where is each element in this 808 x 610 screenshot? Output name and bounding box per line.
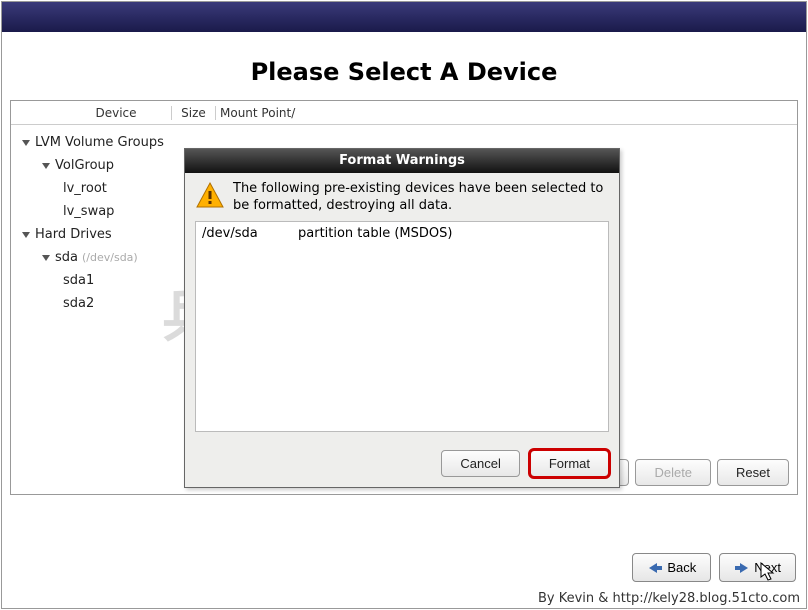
cancel-button[interactable]: Cancel (441, 450, 519, 477)
col-size[interactable]: Size (171, 106, 215, 120)
delete-button: Delete (635, 459, 711, 486)
window-top-bar (2, 2, 806, 32)
expand-icon[interactable] (41, 161, 55, 171)
footer-credit: By Kevin & http://kely28.blog.51cto.com (538, 591, 800, 606)
tree-label: LVM Volume Groups (35, 135, 164, 150)
table-header: Device Size Mount Point/ (11, 101, 797, 125)
tree-label: sda2 (63, 296, 94, 311)
tree-path: (/dev/sda) (82, 251, 138, 264)
next-button[interactable]: Next (719, 553, 796, 582)
tree-label: sda1 (63, 273, 94, 288)
back-button[interactable]: Back (632, 553, 711, 582)
format-button[interactable]: Format (530, 450, 609, 477)
expand-icon[interactable] (21, 230, 35, 240)
reset-button[interactable]: Reset (717, 459, 789, 486)
expand-icon[interactable] (41, 253, 55, 263)
back-label: Back (667, 560, 696, 575)
mouse-cursor-icon (760, 562, 776, 586)
expand-icon[interactable] (21, 138, 35, 148)
tree-label: VolGroup (55, 158, 114, 173)
tree-label: lv_swap (63, 204, 114, 219)
device-name: /dev/sda (202, 226, 298, 241)
dialog-title: Format Warnings (185, 149, 619, 173)
page-title: Please Select A Device (2, 32, 806, 100)
device-desc: partition table (MSDOS) (298, 226, 452, 241)
col-mount[interactable]: Mount Point/ (215, 106, 305, 120)
dialog-message: The following pre-existing devices have … (233, 181, 609, 215)
tree-label: lv_root (63, 181, 107, 196)
tree-label: sda (55, 250, 78, 265)
warning-icon (195, 181, 225, 215)
col-device[interactable]: Device (61, 106, 171, 120)
list-item[interactable]: /dev/sda partition table (MSDOS) (202, 226, 602, 241)
arrow-left-icon (647, 562, 663, 574)
tree-label: Hard Drives (35, 227, 112, 242)
arrow-right-icon (734, 562, 750, 574)
device-list[interactable]: /dev/sda partition table (MSDOS) (195, 221, 609, 432)
format-warnings-dialog: Format Warnings The following pre-existi… (184, 148, 620, 488)
